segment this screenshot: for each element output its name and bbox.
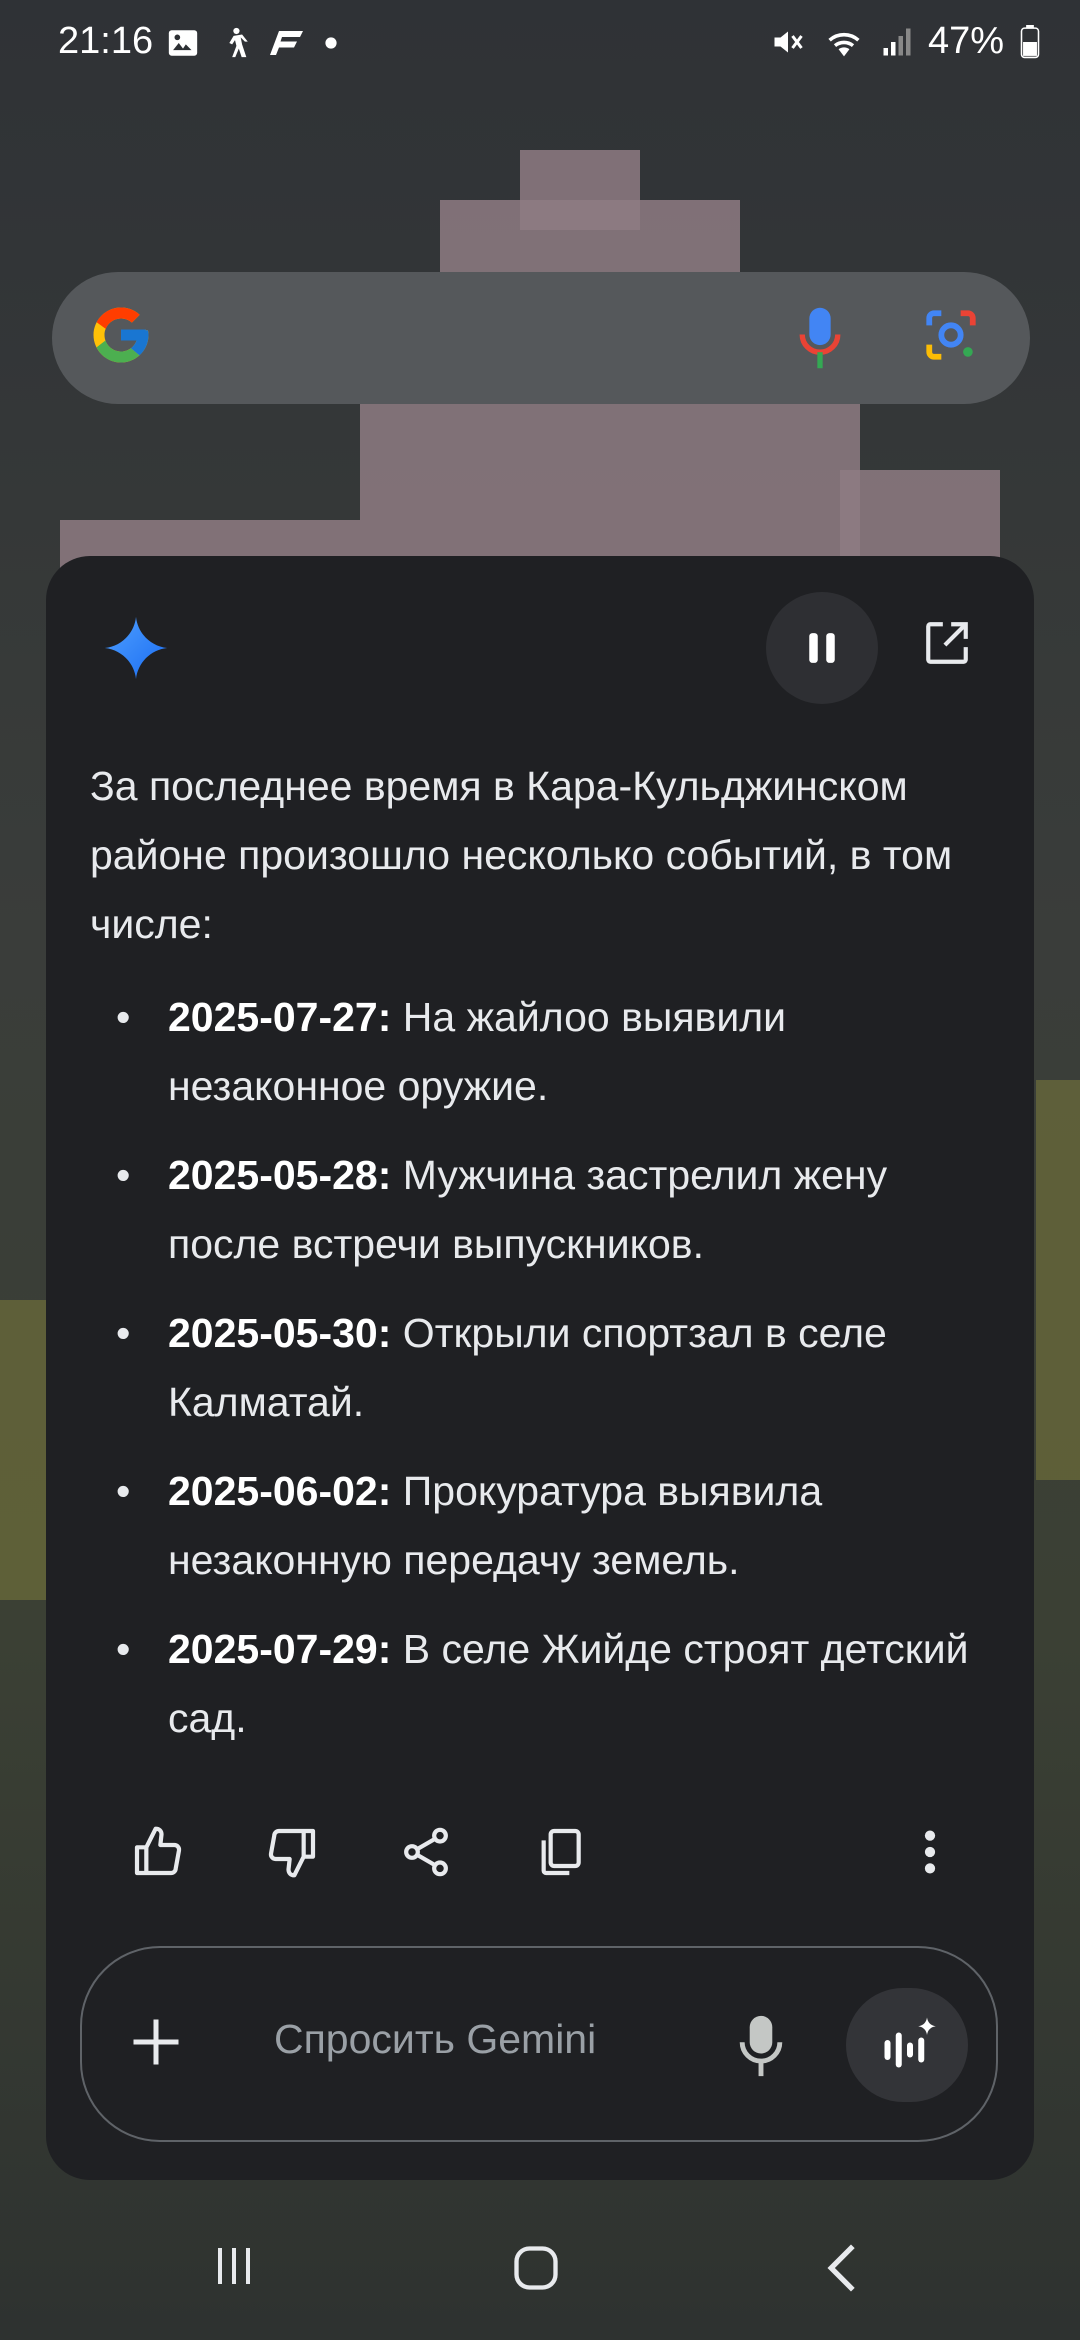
recent-apps-icon[interactable]	[210, 2242, 258, 2290]
live-waveform-icon	[884, 2017, 936, 2068]
open-external-icon[interactable]	[922, 618, 972, 668]
mic-icon[interactable]	[798, 306, 842, 370]
gallery-icon	[168, 30, 198, 56]
list-item: 2025-05-28: Мужчина застрелил жену после…	[90, 1141, 990, 1279]
copy-icon[interactable]	[532, 1824, 588, 1880]
thumbs-down-icon[interactable]	[264, 1824, 320, 1880]
walking-icon	[229, 27, 248, 58]
list-item: 2025-07-29: В селе Жийде строят детский …	[90, 1615, 990, 1753]
list-item: 2025-07-27: На жайлоо выявили незаконное…	[90, 983, 990, 1121]
wifi-icon	[828, 32, 860, 56]
mute-icon	[774, 31, 803, 52]
battery-percent: 47%	[927, 20, 1004, 62]
plus-icon[interactable]	[126, 2012, 186, 2072]
more-options-icon[interactable]	[914, 1824, 946, 1880]
input-placeholder: Спросить Gemini	[274, 2016, 597, 2062]
signal-icon	[883, 28, 911, 55]
response-actions	[130, 1824, 960, 1884]
gemini-live-button[interactable]	[846, 1988, 968, 2102]
battery-icon	[1020, 24, 1040, 58]
event-date: 2025-07-29:	[168, 1626, 392, 1672]
event-date: 2025-06-02:	[168, 1468, 392, 1514]
event-date: 2025-05-28:	[168, 1152, 392, 1198]
lens-icon[interactable]	[922, 306, 980, 364]
pause-button[interactable]	[766, 592, 878, 704]
gemini-response: За последнее время в Кара-Кульджинском р…	[90, 752, 990, 1773]
google-search-bar[interactable]	[52, 272, 1030, 404]
event-date: 2025-05-30:	[168, 1310, 392, 1356]
pause-icon	[809, 633, 835, 663]
mic-icon[interactable]	[738, 2014, 784, 2078]
list-item: 2025-06-02: Прокуратура выявила незаконн…	[90, 1457, 990, 1595]
event-date: 2025-07-27:	[168, 994, 392, 1040]
app-icon	[270, 31, 303, 55]
ask-gemini-input[interactable]: Спросить Gemini	[80, 1946, 998, 2142]
share-icon[interactable]	[398, 1824, 454, 1880]
gemini-sparkle-icon	[104, 616, 168, 680]
home-icon[interactable]	[510, 2242, 562, 2294]
events-list: 2025-07-27: На жайлоо выявили незаконное…	[90, 983, 990, 1753]
google-logo-icon	[93, 307, 149, 363]
thumbs-up-icon[interactable]	[130, 1824, 186, 1880]
status-time: 21:16	[58, 20, 154, 62]
gemini-overlay-card: За последнее время в Кара-Кульджинском р…	[46, 556, 1034, 2180]
back-icon[interactable]	[820, 2242, 864, 2294]
navigation-bar	[0, 2190, 1080, 2340]
list-item: 2025-05-30: Открыли спортзал в селе Калм…	[90, 1299, 990, 1437]
dot-icon	[325, 37, 337, 49]
response-intro: За последнее время в Кара-Кульджинском р…	[90, 763, 953, 947]
status-bar: 21:16 47%	[0, 0, 1080, 90]
